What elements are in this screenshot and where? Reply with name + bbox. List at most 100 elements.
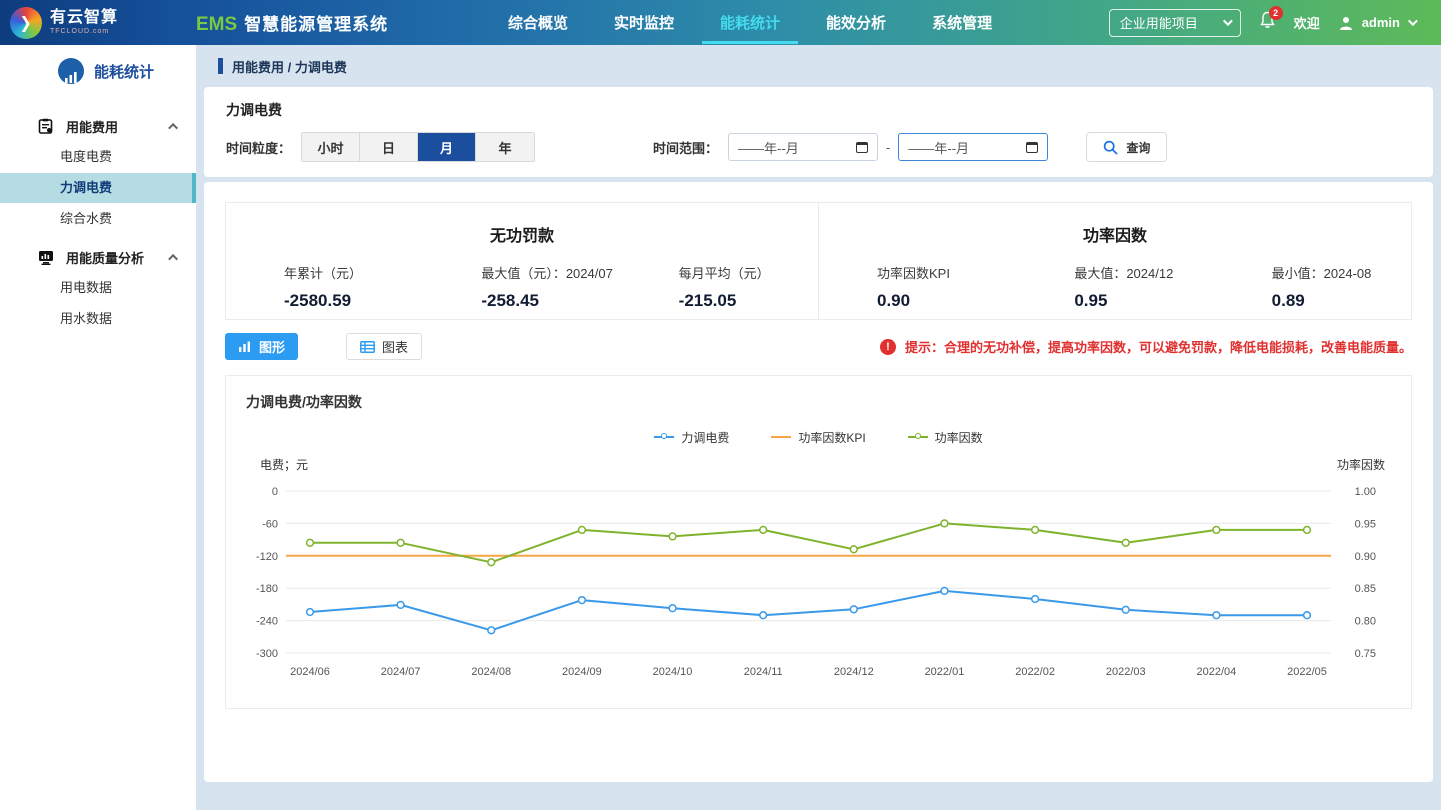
range-label: 时间范围：: [653, 138, 718, 157]
legend-item[interactable]: 功率因数: [908, 429, 983, 446]
power-factor-card: 功率因数 功率因数KPI 0.90 最大值：2024/12 0.95 最小值：2…: [818, 202, 1412, 320]
table-view-label: 图表: [382, 337, 408, 356]
project-select[interactable]: 企业用能项目: [1109, 9, 1241, 37]
page-title: 力调电费: [226, 100, 1411, 120]
sidebar-title-label: 能耗统计: [94, 61, 154, 82]
graph-view-button[interactable]: 图形: [225, 333, 298, 360]
monitor-icon: [38, 250, 56, 265]
svg-text:2022/04: 2022/04: [1196, 666, 1236, 678]
logo-text: 有云智算: [50, 10, 118, 26]
range-separator: -: [886, 140, 890, 155]
notification-badge: 2: [1269, 6, 1283, 20]
svg-text:2022/03: 2022/03: [1106, 666, 1146, 678]
svg-text:2022/01: 2022/01: [925, 666, 965, 678]
stat-card-title: 无功罚款: [226, 222, 818, 246]
granularity-day-button[interactable]: 日: [360, 133, 418, 161]
table-view-button[interactable]: 图表: [346, 333, 422, 360]
granularity-month-button[interactable]: 月: [418, 133, 476, 161]
reactive-penalty-card: 无功罚款 年累计（元） -2580.59 最大值（元）：2024/07 -258…: [225, 202, 819, 320]
svg-text:0.90: 0.90: [1355, 551, 1376, 563]
granularity-year-button[interactable]: 年: [476, 133, 534, 161]
svg-text:0.75: 0.75: [1355, 648, 1376, 660]
svg-text:-300: -300: [256, 648, 278, 660]
query-button[interactable]: 查询: [1086, 132, 1167, 162]
svg-text:1.00: 1.00: [1355, 486, 1376, 498]
sidebar: 能耗统计 用能费用 电度电费 力调电费 综合水费: [0, 45, 196, 810]
logo: ❯ 有云智算 TFCLOUD.com: [0, 7, 196, 39]
legend-label: 功率因数KPI: [798, 429, 865, 446]
legend-label: 力调电费: [681, 429, 729, 446]
breadcrumb: 用能费用 / 力调电费: [232, 57, 347, 76]
stat-max-value: 最大值（元）：2024/07 -258.45: [423, 263, 620, 311]
alert-icon: !: [880, 339, 896, 355]
svg-text:2024/06: 2024/06: [290, 666, 330, 678]
graph-view-label: 图形: [259, 337, 285, 356]
sidebar-group-label: 用能费用: [66, 117, 171, 136]
sidebar-group-energy-cost[interactable]: 用能费用: [0, 111, 196, 141]
stat-pf-kpi: 功率因数KPI 0.90: [819, 263, 1016, 311]
search-icon: [1103, 140, 1118, 155]
svg-text:2024/08: 2024/08: [471, 666, 511, 678]
sidebar-menu: 用能费用 电度电费 力调电费 综合水费 用能质量分析: [0, 111, 196, 334]
app-title: EMS 智慧能源管理系统: [196, 10, 388, 36]
chevron-down-icon: [1223, 16, 1233, 26]
content-card: 无功罚款 年累计（元） -2580.59 最大值（元）：2024/07 -258…: [204, 182, 1433, 782]
sidebar-group-quality-analysis[interactable]: 用能质量分析: [0, 242, 196, 272]
svg-text:2024/11: 2024/11: [744, 666, 783, 678]
svg-text:0.80: 0.80: [1355, 616, 1376, 628]
legend-item[interactable]: 力调电费: [654, 429, 729, 446]
sidebar-item-power-factor-fee[interactable]: 力调电费: [0, 173, 196, 203]
svg-text:2024/10: 2024/10: [653, 666, 693, 678]
stat-annual-total: 年累计（元） -2580.59: [226, 263, 423, 311]
sidebar-title: 能耗统计: [0, 45, 196, 97]
nav-energy-statistics[interactable]: 能耗统计: [702, 1, 798, 44]
table-icon: [360, 341, 375, 353]
bar-chart-icon: [58, 58, 84, 84]
legend-swatch-icon: [771, 436, 791, 438]
y-right-axis-label: 功率因数: [1337, 456, 1385, 473]
legend-swatch-icon: [654, 436, 674, 438]
svg-text:2024/09: 2024/09: [562, 666, 602, 678]
svg-text:0.95: 0.95: [1355, 518, 1376, 530]
end-date-input[interactable]: ——年--月: [898, 133, 1048, 161]
sidebar-item-electricity-data[interactable]: 用电数据: [0, 273, 196, 303]
breadcrumb-accent: [218, 58, 223, 74]
project-select-value: 企业用能项目: [1120, 13, 1198, 32]
chart-panel: 力调电费/功率因数 力调电费功率因数KPI功率因数 电费；元 功率因数 01.0…: [225, 375, 1412, 709]
legend-item[interactable]: 功率因数KPI: [771, 429, 865, 446]
sidebar-item-water-fee[interactable]: 综合水费: [0, 204, 196, 234]
query-button-label: 查询: [1126, 139, 1150, 156]
nav-efficiency-analysis[interactable]: 能效分析: [808, 1, 904, 44]
logo-subtext: TFCLOUD.com: [50, 28, 118, 35]
sidebar-item-water-data[interactable]: 用水数据: [0, 304, 196, 334]
nav-overview[interactable]: 综合概览: [490, 1, 586, 44]
start-date-placeholder: ——年--月: [738, 138, 799, 157]
notification-bell[interactable]: 2: [1259, 11, 1276, 34]
nav-realtime-monitor[interactable]: 实时监控: [596, 1, 692, 44]
svg-text:0.85: 0.85: [1355, 583, 1376, 595]
legend-swatch-icon: [908, 436, 928, 438]
filter-card: 力调电费 时间粒度： 小时 日 月 年 时间范围： ——年--月 -: [204, 87, 1433, 177]
stats-row: 无功罚款 年累计（元） -2580.59 最大值（元）：2024/07 -258…: [225, 202, 1412, 320]
y-left-axis-label: 电费；元: [260, 456, 308, 473]
granularity-button-group: 小时 日 月 年: [301, 132, 535, 162]
svg-text:2022/02: 2022/02: [1015, 666, 1055, 678]
stat-monthly-average: 每月平均（元） -215.05: [621, 263, 818, 311]
start-date-input[interactable]: ——年--月: [728, 133, 878, 161]
chart-icon: [238, 341, 252, 353]
legend-label: 功率因数: [935, 429, 983, 446]
svg-text:-240: -240: [256, 616, 278, 628]
brand-title: 智慧能源管理系统: [244, 10, 388, 35]
calendar-icon[interactable]: [1026, 142, 1038, 153]
sidebar-item-electricity-degree-fee[interactable]: 电度电费: [0, 142, 196, 172]
svg-text:-60: -60: [262, 518, 278, 530]
user-chevron-down-icon: [1408, 16, 1418, 26]
nav-system-management[interactable]: 系统管理: [914, 1, 1010, 44]
granularity-hour-button[interactable]: 小时: [302, 133, 360, 161]
calendar-icon[interactable]: [856, 142, 868, 153]
chart-legend: 力调电费 功率因数KPI 功率因数: [246, 428, 1391, 446]
clipboard-icon: [38, 118, 56, 134]
tip-text: 提示：合理的无功补偿，提高功率因数，可以避免罚款，降低电能损耗，改善电能质量。: [905, 337, 1412, 356]
granularity-label: 时间粒度：: [226, 138, 291, 157]
user-menu[interactable]: admin: [1338, 15, 1415, 31]
